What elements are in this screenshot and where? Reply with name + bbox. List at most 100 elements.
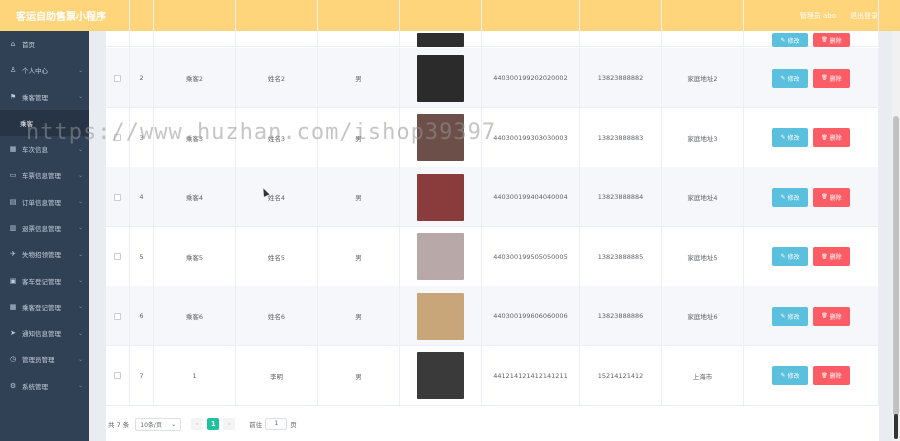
cell-photo xyxy=(400,48,482,108)
pagination: 共 7 条 10条/页 ⌄ ‹ 1 › 前往 1 页 xyxy=(106,414,879,434)
cell-photo xyxy=(400,0,482,47)
sidebar-item[interactable]: ➤ 通知信息管理 ⌄ xyxy=(0,320,89,346)
edit-button[interactable]: ✎ 修改 xyxy=(772,128,808,147)
cell-name xyxy=(236,0,318,47)
row-checkbox[interactable] xyxy=(114,193,121,201)
delete-button[interactable]: 🗑 删除 xyxy=(813,366,850,385)
cell-text-gender: 男 xyxy=(355,372,362,381)
system-icon: ⚙ xyxy=(9,381,17,390)
delete-label: 删除 xyxy=(829,194,842,202)
cell-name: 李明 xyxy=(236,345,318,406)
edit-button[interactable]: ✎ 修改 xyxy=(772,306,808,326)
cell-text-name: 姓名4 xyxy=(267,194,286,202)
cell-id_no: 440300199404040004 xyxy=(482,167,580,227)
cell-text-account: 乘客6 xyxy=(185,313,204,321)
edit-label: 修改 xyxy=(787,313,800,321)
passenger-photo xyxy=(417,54,464,102)
sidebar-item[interactable]: ♙ 个人中心 ⌄ xyxy=(0,57,89,83)
delete-button[interactable]: 🗑 删除 xyxy=(813,68,850,88)
table-row: 7 1 李明 男 441214121412141211 15214121412 上海市 ✎ 修改… xyxy=(106,345,879,406)
delete-button[interactable]: 🗑 删除 xyxy=(813,187,850,207)
sidebar-item[interactable]: ✈ 失物招领管理 ⌄ xyxy=(0,241,89,267)
row-checkbox[interactable] xyxy=(114,74,121,82)
cell-text-id_no: 440300199606060006 xyxy=(493,312,568,320)
edit-button[interactable]: ✎ 修改 xyxy=(772,187,808,207)
cell-address: 家庭地址5 xyxy=(662,226,744,287)
delete-button[interactable]: 🗑 删除 xyxy=(813,247,850,266)
passenger-photo xyxy=(417,33,464,47)
table-row: 6 乘客6 姓名6 男 440300199606060006 13823888886 家庭地… xyxy=(106,286,879,346)
cell-text-name: 姓名2 xyxy=(267,75,286,83)
cell-text-gender: 男 xyxy=(355,253,362,262)
cell-account: 乘客2 xyxy=(154,48,236,108)
sidebar-item[interactable]: ▭ 车票信息管理 ⌄ xyxy=(0,162,89,188)
sidebar-item[interactable]: ◷ 管理员管理 ⌄ xyxy=(0,346,89,372)
edit-button[interactable]: ✎ 修改 xyxy=(772,247,808,266)
edit-label: 修改 xyxy=(787,135,800,142)
cell-name: 姓名5 xyxy=(236,226,318,287)
sidebar-item[interactable]: ⌂ 首页 xyxy=(0,31,89,57)
cell-gender: 男 xyxy=(318,226,400,287)
cell-phone: 15214121412 xyxy=(580,345,662,406)
cell-id_no: 440300199202020002 xyxy=(482,48,580,108)
cell-address: 家庭地址2 xyxy=(662,48,744,108)
manager-icon: ◷ xyxy=(9,355,17,364)
page-size-select[interactable]: 10条/页 ⌄ xyxy=(135,417,182,431)
row-checkbox[interactable] xyxy=(114,253,121,260)
delete-label: 删除 xyxy=(829,254,842,261)
row-checkbox[interactable] xyxy=(114,312,121,320)
cell-phone: 13823888884 xyxy=(580,167,662,227)
home-icon: ⌂ xyxy=(10,40,16,49)
delete-button[interactable]: 🗑 删除 xyxy=(813,33,850,47)
scrollbar[interactable] xyxy=(892,31,900,441)
edit-label: 修改 xyxy=(787,194,800,202)
sidebar-item[interactable]: ▤ 订单信息管理 ⌄ xyxy=(0,188,89,214)
next-page-button[interactable]: › xyxy=(223,418,236,430)
chevron-down-icon: ⌄ xyxy=(77,145,83,153)
cell-chk xyxy=(106,345,130,406)
sidebar-item-label: 通知信息管理 xyxy=(22,330,61,339)
passenger-photo xyxy=(417,173,464,221)
cell-actions: ✎ 修改 🗑 删除 xyxy=(744,286,879,346)
chevron-down-icon: ⌄ xyxy=(77,277,83,285)
cell-id_no: 440300199606060006 xyxy=(482,286,580,346)
sidebar-item[interactable]: ▥ 退票信息管理 ⌄ xyxy=(0,215,89,241)
sidebar-item[interactable]: ▣ 客车登记管理 ⌄ xyxy=(0,267,89,293)
prev-page-button[interactable]: ‹ xyxy=(191,418,204,430)
sidebar-item[interactable]: ⚑ 乘客管理 ⌄ xyxy=(0,84,89,110)
delete-button[interactable]: 🗑 删除 xyxy=(813,128,850,147)
order-icon: ▤ xyxy=(9,197,17,206)
notice-icon: ➤ xyxy=(10,329,16,338)
cell-account: 乘客6 xyxy=(154,286,236,346)
cell-text-account: 1 xyxy=(192,371,197,380)
app-title: 客运自助售票小程序 xyxy=(16,12,106,23)
cell-text-account: 乘客4 xyxy=(185,194,204,202)
cell-account xyxy=(154,0,236,47)
scrollbar-handle[interactable] xyxy=(894,414,898,439)
edit-button[interactable]: ✎ 修改 xyxy=(772,33,808,47)
edit-button[interactable]: ✎ 修改 xyxy=(772,68,808,88)
cell-phone: 13823888882 xyxy=(580,48,662,108)
page-number-button[interactable]: 1 xyxy=(207,418,220,430)
flag-icon: ⚑ xyxy=(9,92,17,101)
sidebar-item[interactable]: ⚙ 系统管理 ⌄ xyxy=(0,373,89,399)
scrollbar-thumb[interactable] xyxy=(893,116,899,416)
goto-page-input[interactable]: 1 xyxy=(265,418,288,430)
cell-chk xyxy=(106,0,130,47)
sidebar-item-label: 系统管理 xyxy=(22,382,48,391)
sidebar-item[interactable]: ▦ 乘客登记管理 ⌄ xyxy=(0,294,89,320)
sidebar-item-label: 订单信息管理 xyxy=(22,198,61,207)
cell-text-account: 乘客2 xyxy=(185,75,204,83)
trash-icon: 🗑 xyxy=(821,75,828,81)
delete-button[interactable]: 🗑 删除 xyxy=(813,306,850,326)
edit-button[interactable]: ✎ 修改 xyxy=(772,366,808,385)
row-checkbox[interactable] xyxy=(114,372,121,379)
cell-gender xyxy=(318,0,400,47)
bus-icon: ▣ xyxy=(9,276,17,285)
grid-icon: ▦ xyxy=(9,145,17,154)
cell-gender: 男 xyxy=(318,286,400,346)
chevron-down-icon: ⌄ xyxy=(77,66,83,74)
page-suffix: 页 xyxy=(290,421,297,429)
cell-name: 姓名4 xyxy=(236,167,318,227)
cell-text-name: 姓名5 xyxy=(267,253,286,262)
